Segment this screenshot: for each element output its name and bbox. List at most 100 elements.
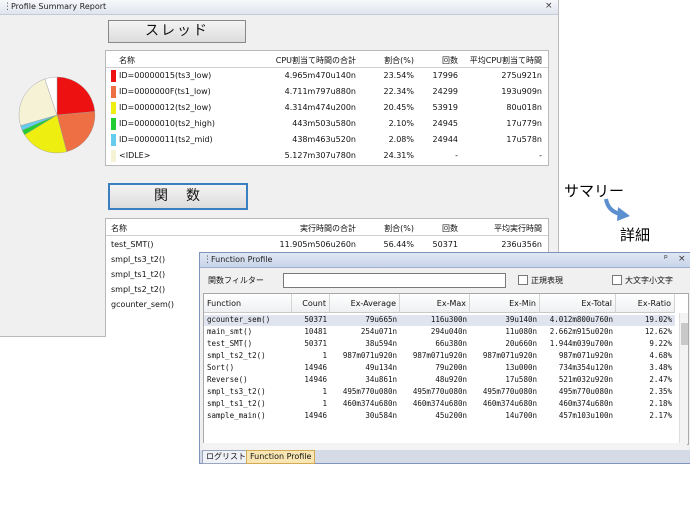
thread-pct: 2.08% [388,135,414,144]
thread-row[interactable]: ID=0000000F(ts1_low) 4.711m797u880n 22.34%… [106,84,548,100]
col-cpu-header: CPU割当て時間の合計 [275,56,356,65]
color-swatch [111,102,116,114]
cell-ex-max: 48u920n [435,375,467,384]
close-icon[interactable]: × [545,1,553,11]
function-filter-input[interactable] [283,273,506,288]
cell-ex-average: 49u134n [365,363,397,372]
function-profile-row[interactable]: gcounter_sem() 50371 79u665n 116u300n 39u140… [204,315,675,326]
thread-row[interactable]: ID=00000010(ts2_high) 443m503u580n 2.10% 24… [106,116,548,132]
cell-count: 14946 [304,411,327,420]
col-avg-header: 平均実行時間 [494,224,542,233]
vertical-scrollbar[interactable] [679,313,688,444]
cell-ex-min: 39u140n [505,315,537,324]
column-header-ex-min[interactable]: Ex-Min [470,294,540,313]
thread-avg: 17u578n [506,135,542,144]
function-profile-row[interactable]: smpl_ts1_t2() 1 460m374u680n 460m374u680n 46… [204,399,675,410]
col-name-header: 名称 [111,224,127,233]
cell-function: test_SMT() [207,339,253,348]
column-header-ex-total[interactable]: Ex-Total [540,294,616,313]
thread-table: 名称 CPU割当て時間の合計 割合(%) 回数 平均CPU割当て時間 ID=00… [105,50,549,166]
column-header-function[interactable]: Function [204,294,292,313]
function-profile-row[interactable]: smpl_ts2_t2() 1 987m071u920n 987m071u920n 98… [204,351,675,362]
regex-checkbox[interactable] [518,275,528,285]
thread-cpu-total: 4.314m474u200n [284,103,356,112]
thread-name: ID=00000010(ts2_high) [119,119,216,128]
function-name: smpl_ts1_t2() [111,270,166,279]
cell-function: smpl_ts3_t2() [207,387,266,396]
cell-ex-ratio: 4.68% [649,351,672,360]
detail-annotation: 詳細 [620,226,651,244]
function-profile-window: ⋮ Function Profile ᵖ × 関数フィルター 正規表現 大文字小… [199,252,690,464]
function-profile-row[interactable]: Reverse() 14946 34u861n 48u920n 17u580n 521m0… [204,375,675,386]
cell-ex-average: 254u071n [360,327,397,336]
cell-ex-min: 11u080n [505,327,537,336]
column-header-ex-max[interactable]: Ex-Max [400,294,470,313]
column-header-ex-average[interactable]: Ex-Average [330,294,400,313]
col-total-header: 実行時間の合計 [300,224,356,233]
function-count: 50371 [432,240,458,249]
cell-ex-min: 13u000n [505,363,537,372]
function-profile-row[interactable]: sample_main() 14946 30u584n 45u200n 14u700n 4… [204,411,675,422]
color-swatch [111,134,116,146]
function-profile-row[interactable]: test_SMT() 50371 38u594n 66u380n 20u660n 1.94… [204,339,675,350]
cell-ex-ratio: 2.17% [649,411,672,420]
thread-row[interactable]: ID=00000011(ts2_mid) 438m463u520n 2.08% 249… [106,132,548,148]
thread-row[interactable]: ID=00000015(ts3_low) 4.965m470u140n 23.54%… [106,68,548,84]
close-icon[interactable]: × [678,254,686,264]
function-name: test_SMT() [111,240,154,249]
tab-log-list[interactable]: ログリスト [202,450,250,464]
function-name: smpl_ts3_t2() [111,255,166,264]
pin-icon[interactable]: ᵖ [664,254,668,264]
function-profile-row[interactable]: Sort() 14946 49u134n 79u200n 13u000n 734m354u… [204,363,675,374]
scrollbar-thumb[interactable] [681,323,688,345]
column-header-count[interactable]: Count [292,294,330,313]
cell-function: smpl_ts2_t2() [207,351,266,360]
cell-ex-max: 45u200n [435,411,467,420]
tab-function-profile[interactable]: Function Profile [246,450,316,464]
function-name: smpl_ts2_t2() [111,285,166,294]
function-total: 11.905m506u260n [279,240,356,249]
thread-count: 53919 [432,103,458,112]
cell-ex-total: 2.662m915u020n [549,327,613,336]
cell-ex-min: 495m770u080n [482,387,537,396]
function-profile-row[interactable]: main_smt() 10481 254u071n 294u040n 11u080n 2.… [204,327,675,338]
cell-ex-min: 460m374u680n [482,399,537,408]
summary-title-bar[interactable]: ⋮ Profile Summary Report × [0,0,558,15]
thread-button[interactable]: スレッド [108,20,246,43]
cell-ex-min: 17u580n [505,375,537,384]
cell-ex-max: 495m770u080n [412,387,467,396]
col-avg-header: 平均CPU割当て時間 [469,56,542,65]
cell-ex-average: 460m374u680n [342,399,397,408]
thread-cpu-total: 5.127m307u780n [284,151,356,160]
thread-count: - [455,151,458,160]
case-sensitive-checkbox[interactable] [612,275,622,285]
col-pct-header: 割合(%) [384,224,414,233]
function-profile-title-bar[interactable]: ⋮ Function Profile ᵖ × [200,253,690,268]
cell-count: 14946 [304,375,327,384]
column-header-ex-ratio[interactable]: Ex-Ratio [616,294,675,313]
filter-label: 関数フィルター [208,276,264,285]
thread-row[interactable]: ID=00000012(ts2_low) 4.314m474u200n 20.45%… [106,100,548,116]
thread-row[interactable]: <IDLE> 5.127m307u780n 24.31% - - [106,148,548,164]
function-avg: 236u356n [501,240,542,249]
function-summary-row[interactable]: test_SMT() 11.905m506u260n 56.44% 50371 236u… [106,237,548,252]
cell-ex-max: 79u200n [435,363,467,372]
cell-function: Sort() [207,363,235,372]
cell-ex-min: 14u700n [505,411,537,420]
pie-slice-0 [56,76,96,116]
thread-avg: 17u779n [506,119,542,128]
thread-avg: 193u909n [501,87,542,96]
cell-ex-total: 734m354u120n [558,363,613,372]
function-button[interactable]: 関 数 [108,183,248,210]
cell-ex-min: 987m071u920n [482,351,537,360]
thread-avg: 275u921n [501,71,542,80]
cell-ex-max: 294u040n [430,327,467,336]
cell-ex-average: 79u665n [365,315,397,324]
cell-ex-total: 1.944m039u700n [549,339,613,348]
regex-label: 正規表現 [531,276,563,285]
cell-ex-average: 34u861n [365,375,397,384]
cell-ex-max: 987m071u920n [412,351,467,360]
thread-count: 24945 [432,119,458,128]
cell-function: gcounter_sem() [207,315,271,324]
function-profile-row[interactable]: smpl_ts3_t2() 1 495m770u080n 495m770u080n 49… [204,387,675,398]
